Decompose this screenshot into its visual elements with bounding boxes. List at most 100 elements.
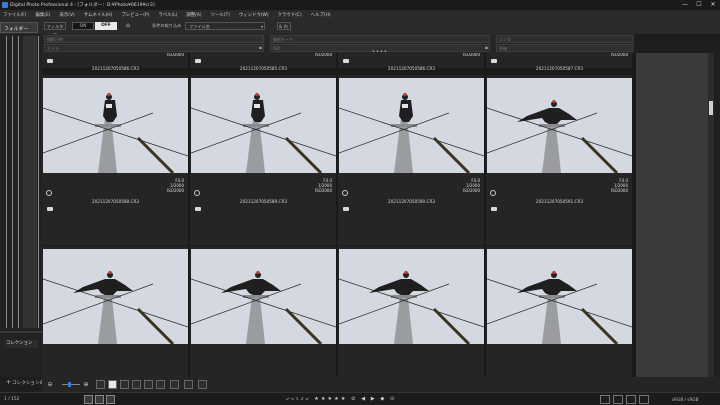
layout-preview-button[interactable]: [106, 395, 115, 404]
thumbnail-cell[interactable]: ISO2000 20211207050585.CR3: [190, 53, 337, 71]
thumbnail-filename: 20211207050586.CR3: [387, 66, 436, 71]
folder-tab[interactable]: フォルダー: [0, 22, 38, 33]
status-bar: 1 / 152 ⤶⤷⤵⤴⤶ ★★★★★ ⊘ ◀ ▶ ◆ ⊙ sRGB / sRG…: [0, 392, 720, 405]
bottom-toolbar: ⊖ ⊕: [42, 377, 720, 392]
thumbnail-cell[interactable]: ISO2000 20211207050586.CR3: [338, 53, 485, 71]
menu-label[interactable]: ラベル(L): [158, 12, 177, 18]
thumbnail-image[interactable]: [339, 249, 484, 344]
thumbnail-image[interactable]: [43, 78, 188, 173]
check-mark-icon[interactable]: [491, 59, 497, 63]
zoom-slider[interactable]: [62, 384, 80, 385]
filter-field[interactable]: 評価: [496, 44, 633, 52]
zoom-slider-knob[interactable]: [68, 382, 71, 387]
thumbnail-image[interactable]: [487, 249, 632, 344]
zoom-out-icon[interactable]: ⊖: [46, 381, 54, 389]
thumbnail-image[interactable]: [191, 249, 336, 344]
filter-field[interactable]: レンズ: [496, 35, 633, 43]
rating-and-nav-icons[interactable]: ⤶⤷⤵⤴⤶ ★★★★★ ⊘ ◀ ▶ ◆ ⊙: [286, 396, 396, 403]
folder-tree[interactable]: [23, 36, 37, 328]
check-mark-icon[interactable]: [343, 207, 349, 211]
iso-value: ISO2000: [166, 53, 184, 57]
view-single-button[interactable]: [170, 380, 179, 389]
view-detail-button[interactable]: [144, 380, 153, 389]
lock-icon[interactable]: ⌂: [124, 22, 132, 30]
thumbnail-image[interactable]: [339, 78, 484, 173]
thumbnail-cell[interactable]: [486, 246, 633, 377]
zoom-in-icon[interactable]: ⊕: [82, 381, 90, 389]
layout-grid-button[interactable]: [84, 395, 93, 404]
menu-view[interactable]: 表示(V): [60, 12, 75, 18]
thumbnail-cell[interactable]: [42, 246, 189, 377]
thumbnail-cell[interactable]: [338, 246, 485, 377]
thumbnail-image[interactable]: [487, 78, 632, 173]
menu-cloud[interactable]: クラウド(C): [278, 12, 302, 18]
menu-window[interactable]: ウィンドウ(W): [239, 12, 269, 18]
thumbnail-filename: 20211207050587.CR3: [535, 66, 584, 71]
view-multi-button[interactable]: [198, 380, 207, 389]
check-mark-icon[interactable]: [195, 207, 201, 211]
clear-icon[interactable]: ▪: [259, 45, 262, 52]
thumbnail-cell[interactable]: F4.0 1/2000 ISO2000 20211207050588.CR3: [42, 75, 189, 245]
filter-field[interactable]: カメラ ▪: [44, 44, 264, 52]
menu-thumbnail[interactable]: サムネイル(H): [84, 12, 113, 18]
toolbar: フォルダー フィルター ON OFF ⌂ 条件の絞り込み ファイル名 ▾ & 内: [0, 19, 720, 36]
exif-info: F4.0 1/2000 ISO2000: [315, 178, 332, 193]
check-mark-icon[interactable]: [491, 207, 497, 211]
thumbnail-cell[interactable]: F4.0 1/2000 ISO2000 20211207050589.CR3: [190, 75, 337, 245]
panel-scrollbar[interactable]: [38, 36, 39, 328]
toggle-panel-button[interactable]: [639, 395, 649, 404]
menu-bar: ファイル(F) 編集(E) 表示(V) サムネイル(H) プレビュー(P) ラベ…: [0, 10, 720, 19]
view-grid-button[interactable]: [156, 380, 165, 389]
toggle-panel-button[interactable]: [626, 395, 636, 404]
filter-field[interactable]: 撮影モード: [270, 35, 490, 43]
thumbnail-filename: 20211207050590.CR3: [387, 199, 436, 204]
menu-help[interactable]: ヘルプ(H): [311, 12, 331, 18]
toggle-panel-button[interactable]: [613, 395, 623, 404]
edit-status-icon: [46, 190, 52, 196]
filter-toggle[interactable]: フィルター: [44, 22, 66, 36]
thumbnail-cell[interactable]: F4.0 1/2000 ISO2000 20211207050591.CR3: [486, 75, 633, 245]
menu-adjust[interactable]: 調整(A): [186, 12, 201, 18]
add-collection-label: コレクションの: [12, 381, 45, 386]
view-compare-button[interactable]: [184, 380, 193, 389]
thumbnail-grid[interactable]: ISO2000 20211207050586.CR3 ISO2000 20211207…: [42, 53, 636, 377]
view-medium-button[interactable]: [108, 380, 117, 389]
collection-tab[interactable]: コレクション: [4, 340, 38, 348]
exif-info: F4.0 1/2000 ISO2000: [167, 178, 184, 193]
menu-tools[interactable]: ツール(T): [211, 12, 230, 18]
view-small-button[interactable]: [96, 380, 105, 389]
filter-field[interactable]: 撮影日時: [44, 35, 264, 43]
folder-panel: コレクション +コレクションの: [0, 34, 44, 386]
thumbnail-cell[interactable]: [190, 246, 337, 377]
clear-icon[interactable]: ▪: [485, 45, 488, 52]
condition-select[interactable]: ファイル名 ▾: [185, 22, 265, 30]
filter-off-button[interactable]: OFF: [95, 22, 117, 30]
thumbnail-cell[interactable]: ISO2000 20211207050586.CR3: [42, 53, 189, 71]
thumbnail-image[interactable]: [43, 249, 188, 344]
layout-list-button[interactable]: [95, 395, 104, 404]
menu-edit[interactable]: 編集(E): [36, 12, 51, 18]
thumbnail-image[interactable]: [191, 78, 336, 173]
check-mark-icon[interactable]: [47, 59, 53, 63]
minimize-button[interactable]: —: [678, 0, 692, 10]
filter-on-button[interactable]: ON: [72, 22, 94, 30]
view-large-button[interactable]: [120, 380, 129, 389]
iso-value: ISO2000: [462, 188, 480, 193]
iso-value: ISO2000: [610, 188, 628, 193]
close-button[interactable]: ✕: [706, 0, 720, 10]
and-select[interactable]: & 内: [277, 22, 291, 30]
condition-label: 条件の絞り込み: [152, 23, 182, 28]
toggle-panel-button[interactable]: [600, 395, 610, 404]
view-list-button[interactable]: [132, 380, 141, 389]
add-collection-button[interactable]: +コレクションの: [6, 379, 44, 386]
menu-file[interactable]: ファイル(F): [3, 12, 27, 18]
scrollbar-thumb[interactable]: [709, 101, 713, 115]
check-mark-icon[interactable]: [47, 207, 53, 211]
check-mark-icon[interactable]: [343, 59, 349, 63]
menu-preview[interactable]: プレビュー(P): [121, 12, 149, 18]
thumbnail-cell[interactable]: F4.0 1/2000 ISO2000 20211207050590.CR3: [338, 75, 485, 245]
check-mark-icon[interactable]: [195, 59, 201, 63]
thumbnail-cell[interactable]: ISO2000 20211207050587.CR3: [486, 53, 633, 71]
maximize-button[interactable]: ☐: [692, 0, 706, 10]
panel-splitter[interactable]: [0, 331, 42, 333]
